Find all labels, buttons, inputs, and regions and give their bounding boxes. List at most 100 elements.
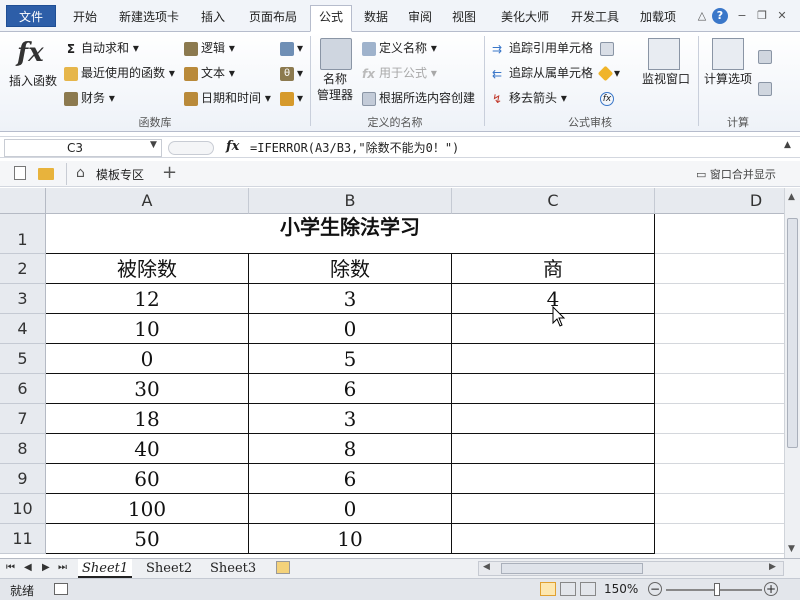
define-name-button[interactable]: 定义名称 ▾ xyxy=(362,38,437,58)
tab-page-layout[interactable]: 页面布局 xyxy=(240,6,306,28)
zoom-level[interactable]: 150% xyxy=(604,582,638,596)
first-sheet-icon[interactable]: ⏮ xyxy=(6,562,15,573)
table-cell[interactable]: 0 xyxy=(249,314,452,344)
restore-icon[interactable]: ❐ xyxy=(754,8,770,24)
scroll-down-icon[interactable]: ▼ xyxy=(788,544,795,554)
finance-button[interactable]: 财务 ▾ xyxy=(64,88,115,108)
trace-precedents-button[interactable]: ⇉ 追踪引用单元格 xyxy=(492,38,593,58)
tab-home[interactable]: 开始 xyxy=(62,6,108,28)
zoom-in-icon[interactable]: + xyxy=(764,582,778,596)
header-cell-divisor[interactable]: 除数 xyxy=(249,254,452,284)
tab-developer[interactable]: 开发工具 xyxy=(564,6,626,28)
text-button[interactable]: 文本 ▾ xyxy=(184,63,235,83)
cell[interactable] xyxy=(655,314,784,344)
tab-addins[interactable]: 加载项 xyxy=(630,6,686,28)
name-box-dropdown-icon[interactable]: ▼ xyxy=(150,140,157,150)
cell[interactable] xyxy=(655,524,784,554)
table-cell[interactable]: 3 xyxy=(249,404,452,434)
header-cell-quotient[interactable]: 商 xyxy=(452,254,655,284)
table-cell[interactable]: 18 xyxy=(46,404,249,434)
logic-button[interactable]: 逻辑 ▾ xyxy=(184,38,235,58)
row-header-8[interactable]: 8 xyxy=(0,434,46,464)
autosum-button[interactable]: Σ 自动求和 ▾ xyxy=(64,38,139,58)
name-manager-icon[interactable] xyxy=(320,38,352,70)
sheet-tab-1[interactable]: Sheet1 xyxy=(78,559,133,578)
normal-view-icon[interactable] xyxy=(540,582,556,596)
select-all-corner[interactable] xyxy=(0,188,46,214)
help-icon[interactable]: ? xyxy=(712,8,728,24)
watch-window-label[interactable]: 监视窗口 xyxy=(638,72,694,87)
last-sheet-icon[interactable]: ⏭ xyxy=(58,562,67,573)
column-header-d[interactable]: D xyxy=(655,188,784,214)
scroll-left-icon[interactable]: ◀ xyxy=(483,562,490,572)
name-manager-label-2[interactable]: 管理器 xyxy=(312,88,358,103)
cell[interactable] xyxy=(655,214,784,254)
cell[interactable] xyxy=(655,254,784,284)
table-cell[interactable]: 50 xyxy=(46,524,249,554)
calc-sheet-button[interactable] xyxy=(758,78,775,98)
row-header-9[interactable]: 9 xyxy=(0,464,46,494)
column-header-a[interactable]: A xyxy=(46,188,249,214)
table-cell[interactable]: 6 xyxy=(249,374,452,404)
trace-dependents-button[interactable]: ⇇ 追踪从属单元格 xyxy=(492,63,593,83)
recent-functions-button[interactable]: 最近使用的函数 ▾ xyxy=(64,63,175,83)
row-header-1[interactable]: 1 xyxy=(0,214,46,254)
datetime-button[interactable]: 日期和时间 ▾ xyxy=(184,88,271,108)
tab-file[interactable]: 文件 xyxy=(6,5,56,27)
watch-window-icon[interactable] xyxy=(648,38,680,70)
lookup-button[interactable]: ▾ xyxy=(280,38,303,58)
close-icon[interactable]: ✕ xyxy=(774,8,790,24)
more-functions-button[interactable]: ▾ xyxy=(280,88,303,108)
sheet-tab-3[interactable]: Sheet3 xyxy=(206,559,260,578)
horizontal-scroll-thumb[interactable] xyxy=(501,563,643,574)
table-cell[interactable] xyxy=(452,524,655,554)
template-zone-tab[interactable]: 模板专区 xyxy=(96,166,144,183)
horizontal-scrollbar[interactable]: ◀ ▶ xyxy=(478,561,784,576)
table-cell[interactable] xyxy=(452,344,655,374)
collapse-ribbon-icon[interactable]: △ xyxy=(694,8,710,24)
table-cell[interactable] xyxy=(452,404,655,434)
table-cell[interactable]: 10 xyxy=(46,314,249,344)
remove-arrows-button[interactable]: ↯ 移去箭头 ▾ xyxy=(492,88,567,108)
create-from-selection-button[interactable]: 根据所选内容创建 xyxy=(362,88,475,108)
table-cell[interactable]: 3 xyxy=(249,284,452,314)
formula-input[interactable]: =IFERROR(A3/B3,"除数不能为0！") xyxy=(250,139,778,157)
next-sheet-icon[interactable]: ▶ xyxy=(42,562,50,573)
page-layout-view-icon[interactable] xyxy=(560,582,576,596)
tab-data[interactable]: 数据 xyxy=(356,6,396,28)
table-cell[interactable]: 0 xyxy=(249,494,452,524)
minimize-icon[interactable]: − xyxy=(734,8,750,24)
table-cell[interactable]: 0 xyxy=(46,344,249,374)
name-manager-label-1[interactable]: 名称 xyxy=(312,72,358,87)
cell[interactable] xyxy=(655,344,784,374)
column-header-b[interactable]: B xyxy=(249,188,452,214)
window-merge-button[interactable]: ▭ 窗口合并显示 xyxy=(696,166,776,182)
vertical-scroll-thumb[interactable] xyxy=(787,218,798,448)
expand-formula-bar-icon[interactable]: ▲ xyxy=(784,140,791,150)
insert-function-icon[interactable]: fx xyxy=(17,38,49,70)
prev-sheet-icon[interactable]: ◀ xyxy=(24,562,32,573)
folder-icon[interactable] xyxy=(38,168,54,180)
new-document-icon[interactable] xyxy=(14,166,26,180)
home-icon[interactable]: ⌂ xyxy=(76,165,85,181)
table-cell[interactable] xyxy=(452,494,655,524)
table-cell[interactable]: 10 xyxy=(249,524,452,554)
sheet-tab-2[interactable]: Sheet2 xyxy=(142,559,196,578)
tab-formulas[interactable]: 公式 xyxy=(310,5,352,32)
calc-now-button[interactable] xyxy=(758,46,775,66)
cell[interactable] xyxy=(655,284,784,314)
calc-options-label[interactable]: 计算选项 xyxy=(700,72,756,87)
row-header-11[interactable]: 11 xyxy=(0,524,46,554)
tab-view[interactable]: 视图 xyxy=(444,6,484,28)
cell[interactable] xyxy=(655,404,784,434)
table-cell[interactable]: 40 xyxy=(46,434,249,464)
column-header-c[interactable]: C xyxy=(452,188,655,214)
error-checking-button[interactable]: ▾ xyxy=(597,63,620,83)
table-cell[interactable] xyxy=(452,374,655,404)
table-cell[interactable]: 60 xyxy=(46,464,249,494)
insert-function-label[interactable]: 插入函数 xyxy=(6,74,60,89)
page-break-view-icon[interactable] xyxy=(580,582,596,596)
scroll-right-icon[interactable]: ▶ xyxy=(769,562,776,572)
formula-cancel-enter-buttons[interactable] xyxy=(168,141,214,155)
tab-new-tab[interactable]: 新建选项卡 xyxy=(112,6,186,28)
